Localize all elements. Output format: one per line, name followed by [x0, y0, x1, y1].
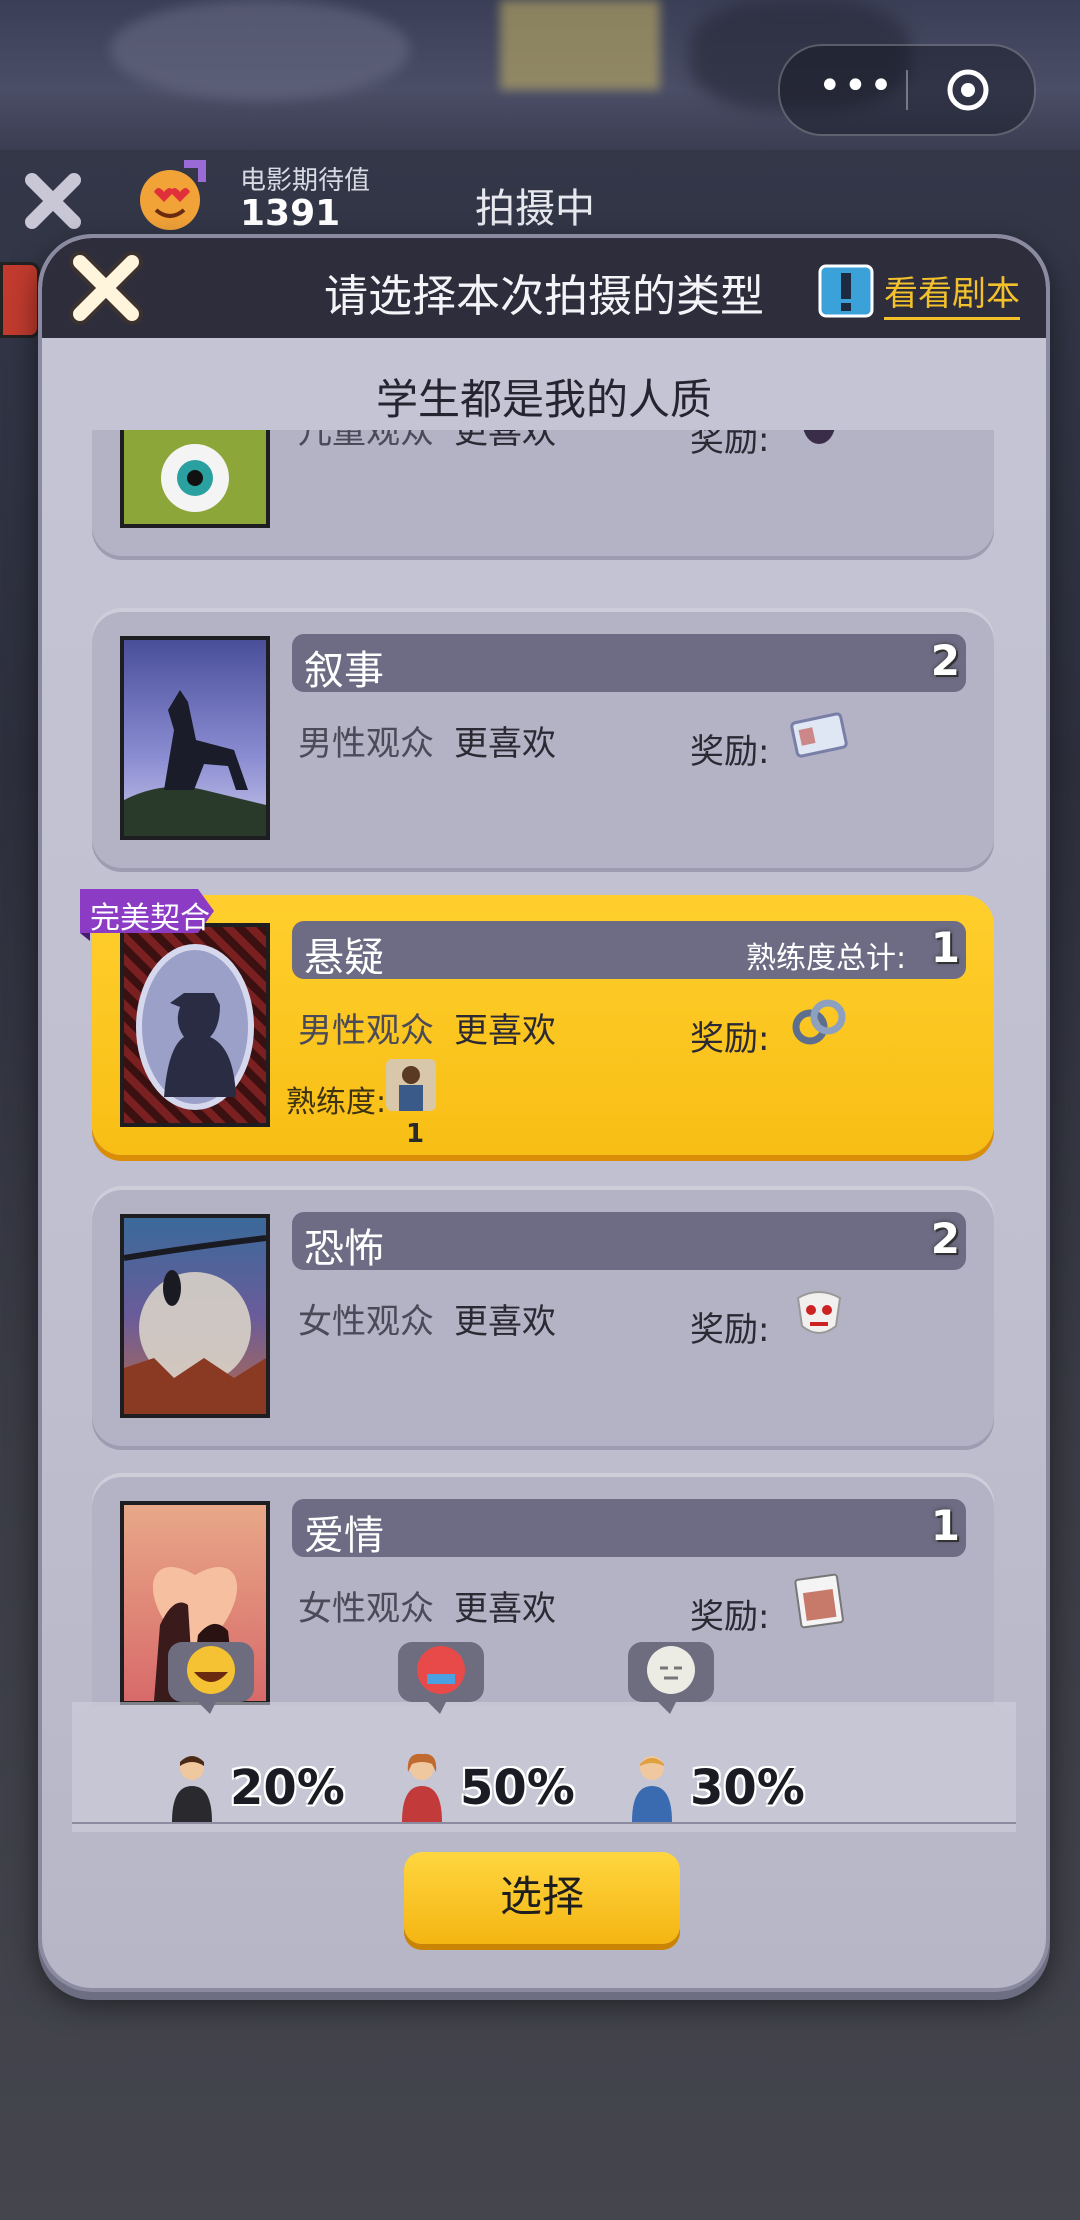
genre-name: 叙事: [304, 648, 384, 694]
audience-stat-male: 30%: [624, 1642, 844, 1832]
genre-count: 1: [930, 923, 960, 972]
genre-audience: 儿童观众 更喜欢: [298, 430, 556, 452]
monster-figure-icon: [803, 430, 835, 444]
genre-audience: 女性观众 更喜欢: [298, 1302, 556, 1342]
reward-label: 奖励:: [690, 732, 770, 772]
reward-label: 奖励:: [690, 1597, 770, 1637]
genre-name: 爱情: [304, 1513, 384, 1559]
handcuffs-icon: [792, 999, 846, 1045]
genre-poster-monster: [120, 430, 270, 528]
audience-stats: 20% 50% 30%: [72, 1642, 1016, 1832]
actor-portrait-icon: [386, 1059, 436, 1111]
audience-stat-female: 50%: [394, 1642, 614, 1832]
close-miniprogram-icon[interactable]: [946, 68, 990, 112]
miniprogram-capsule: •••: [778, 44, 1036, 136]
genre-poster-wolf: [120, 636, 270, 840]
genre-count: 2: [930, 1214, 960, 1263]
genre-title-bar: [292, 634, 966, 692]
id-card-icon: [790, 712, 848, 758]
genre-list[interactable]: 儿童观众 更喜欢 奖励: 叙事 2 男性观众 更喜欢 奖励: 完美契合 悬疑 熟…: [42, 430, 1046, 1706]
person-icon: [172, 1756, 212, 1822]
reward-label: 奖励:: [690, 1019, 770, 1059]
view-script-link[interactable]: 看看剧本: [884, 266, 1020, 320]
genre-card-horror[interactable]: 恐怖 2 女性观众 更喜欢 奖励:: [92, 1186, 994, 1446]
audience-percent: 30%: [690, 1760, 805, 1816]
hud-close-icon[interactable]: [20, 168, 86, 234]
genre-card-children[interactable]: 儿童观众 更喜欢 奖励:: [92, 430, 994, 556]
genre-card-narrative[interactable]: 叙事 2 男性观众 更喜欢 奖励:: [92, 608, 994, 868]
love-poster-icon: [794, 1573, 844, 1629]
person-icon: [632, 1756, 672, 1822]
audience-stat-child: 20%: [164, 1642, 384, 1832]
proficiency-label: 熟练度:: [286, 1085, 387, 1120]
genre-count: 1: [930, 1501, 960, 1550]
proficiency-count: 1: [406, 1119, 425, 1149]
select-button[interactable]: 选择: [404, 1852, 680, 1944]
genre-name: 悬疑: [304, 935, 384, 981]
script-info-icon[interactable]: [818, 264, 874, 318]
expectation-label: 电影期待值: [240, 166, 371, 196]
shooting-status: 拍摄中: [475, 186, 595, 232]
angry-face-icon: [398, 1642, 484, 1714]
reward-label: 奖励:: [690, 430, 770, 460]
genre-audience: 男性观众 更喜欢: [298, 1011, 556, 1051]
genre-audience: 男性观众 更喜欢: [298, 724, 556, 764]
person-icon: [402, 1753, 442, 1822]
dialog-header: 请选择本次拍摄的类型 看看剧本: [42, 238, 1046, 338]
horror-mask-icon: [796, 1291, 842, 1334]
audience-percent: 50%: [460, 1760, 575, 1816]
genre-name: 恐怖: [304, 1226, 384, 1272]
neutral-face-icon: [628, 1642, 714, 1714]
heart-eyes-emoji-icon: [140, 160, 206, 230]
movie-title: 学生都是我的人质: [375, 375, 712, 424]
side-tab[interactable]: [0, 262, 40, 338]
more-options-icon[interactable]: •••: [818, 66, 894, 108]
reward-label: 奖励:: [690, 1310, 770, 1350]
genre-audience: 女性观众 更喜欢: [298, 1589, 556, 1629]
genre-poster-bat: [120, 1214, 270, 1418]
genre-card-mystery[interactable]: 完美契合 悬疑 熟练度总计: 1 男性观众 更喜欢 奖励: 熟练度: 1: [80, 889, 994, 1155]
audience-percent: 20%: [230, 1760, 345, 1816]
genre-title-bar: [292, 1499, 966, 1557]
divider: [72, 1822, 1016, 1824]
expectation-value: 1391: [240, 193, 341, 234]
perfect-match-badge: 完美契合: [80, 881, 220, 945]
genre-title-bar: [292, 1212, 966, 1270]
genre-count: 2: [930, 636, 960, 685]
proficiency-total-label: 熟练度总计:: [746, 941, 907, 976]
laughing-face-icon: [168, 1642, 254, 1714]
genre-poster-detective: [120, 923, 270, 1127]
genre-select-dialog: 请选择本次拍摄的类型 看看剧本 学生都是我的人质 儿童观众 更喜欢 奖励: 叙事…: [38, 234, 1050, 1992]
